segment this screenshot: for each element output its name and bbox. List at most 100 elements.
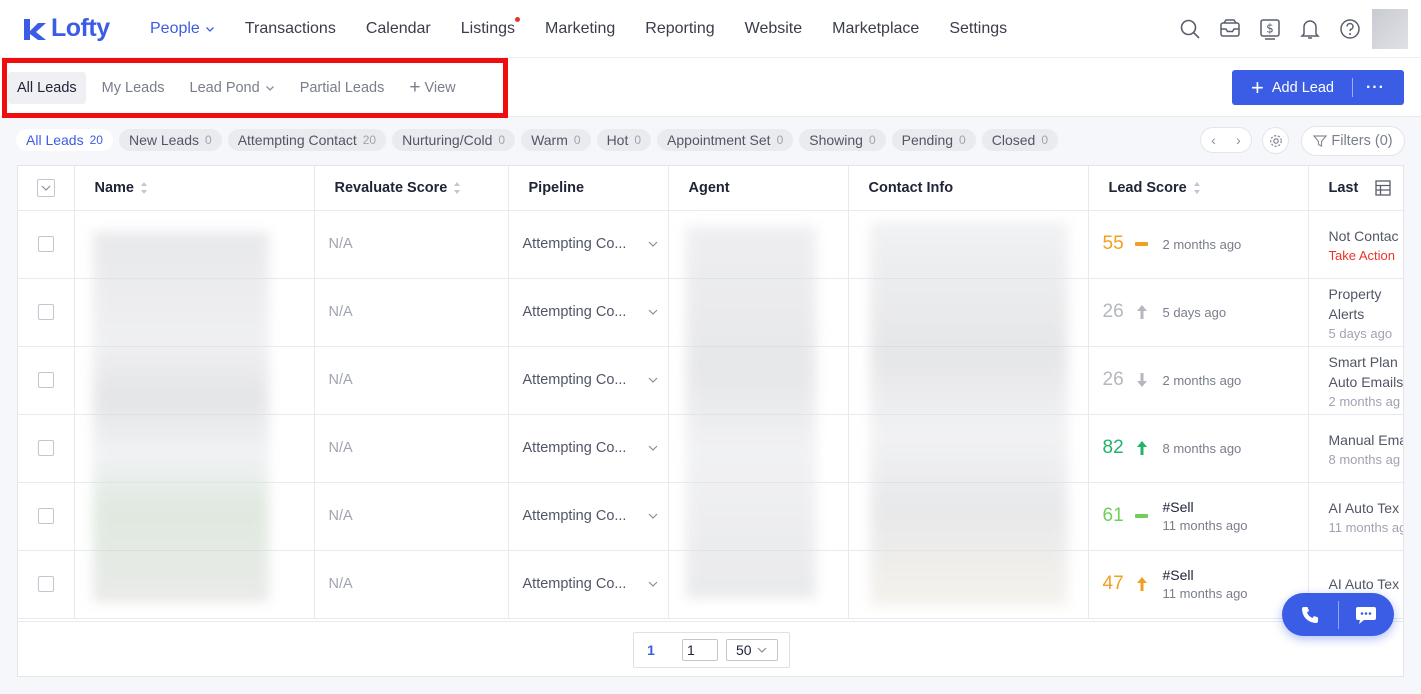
pipeline-cell[interactable]: Attempting Co... (508, 210, 669, 279)
stage-chip-closed[interactable]: Closed 0 (981, 129, 1058, 151)
trend-indicator (1135, 440, 1149, 456)
search-icon[interactable] (1170, 9, 1210, 49)
stage-count: 0 (1041, 133, 1048, 147)
filter-icon (1313, 135, 1328, 147)
nav-item-reporting[interactable]: Reporting (645, 20, 714, 38)
last-activity-cell[interactable]: Property Alerts 5 days ago (1308, 278, 1403, 347)
stage-settings-button[interactable] (1262, 127, 1289, 154)
stage-chip-showing[interactable]: Showing 0 (799, 129, 886, 151)
column-header-name[interactable]: Name (74, 166, 315, 211)
add-lead-button[interactable]: + Add Lead ··· (1232, 70, 1404, 105)
more-options-icon[interactable]: ··· (1366, 79, 1385, 97)
pipeline-select[interactable]: Attempting Co... (523, 236, 668, 252)
call-button[interactable] (1282, 593, 1338, 636)
stage-label: Closed (991, 132, 1036, 148)
nav-item-marketing[interactable]: Marketing (545, 20, 615, 38)
stage-chip-attempting-contact[interactable]: Attempting Contact 20 (227, 129, 387, 151)
pipeline-cell[interactable]: Attempting Co... (508, 482, 669, 551)
stage-scroll-arrows: ‹ › (1200, 127, 1252, 153)
stage-count: 0 (634, 133, 642, 147)
trend-indicator (1135, 508, 1149, 524)
svg-text:$: $ (1266, 22, 1274, 36)
nav-item-settings[interactable]: Settings (949, 20, 1007, 38)
select-all-checkbox[interactable] (36, 178, 55, 197)
page-size-select[interactable]: 50 (726, 639, 778, 661)
pipeline-cell[interactable]: Attempting Co... (508, 550, 669, 619)
pipeline-select[interactable]: Attempting Co... (523, 508, 668, 524)
sort-icon[interactable] (1193, 181, 1201, 195)
filters-button[interactable]: Filters (0) (1301, 126, 1405, 156)
dollar-icon[interactable]: $ (1250, 9, 1290, 49)
chevron-right-icon[interactable]: › (1236, 132, 1241, 148)
last-activity-cell[interactable]: AI Auto Tex 11 months ag (1308, 482, 1403, 551)
inbox-icon[interactable] (1210, 9, 1250, 49)
chevron-down-icon (41, 185, 51, 191)
nav-item-marketplace[interactable]: Marketplace (832, 20, 919, 38)
column-settings-icon[interactable] (1375, 180, 1391, 196)
chevron-down-icon (648, 513, 657, 519)
stage-chip-warm[interactable]: Warm 0 (521, 129, 591, 151)
help-icon[interactable] (1330, 9, 1370, 49)
last-activity-cell[interactable]: Manual Ema 8 months ag (1308, 414, 1403, 483)
notification-dot (515, 16, 521, 22)
sort-icon[interactable] (453, 181, 461, 195)
column-header-contact-info[interactable]: Contact Info (848, 166, 1089, 211)
row-checkbox[interactable] (37, 576, 54, 593)
stage-label: Showing (809, 132, 863, 148)
user-avatar[interactable] (1372, 9, 1408, 49)
column-header-lead-score[interactable]: Lead Score (1088, 166, 1309, 211)
sort-icon[interactable] (140, 181, 148, 195)
pipeline-value: Attempting Co... (522, 236, 627, 252)
nav-item-transactions[interactable]: Transactions (245, 20, 336, 38)
nav-item-people[interactable]: People (150, 20, 215, 38)
main-menu: People Transactions Calendar Listings Market… (150, 0, 1037, 57)
stage-chip-appointment-set[interactable]: Appointment Set 0 (657, 129, 794, 151)
chat-button[interactable] (1338, 593, 1394, 636)
redacted-names (93, 232, 269, 602)
last-activity-cell[interactable]: Not Contac Take Action (1308, 210, 1404, 279)
lofty-logo[interactable]: Lofty (22, 14, 150, 43)
pipeline-cell[interactable]: Attempting Co... (508, 346, 669, 415)
last-activity-text: AI Auto Tex (1328, 576, 1400, 592)
pipeline-cell[interactable]: Attempting Co... (508, 278, 669, 347)
row-checkbox[interactable] (37, 236, 54, 253)
stage-chip-pending[interactable]: Pending 0 (891, 129, 976, 151)
column-header-revaluate-score[interactable]: Revaluate Score (314, 166, 509, 211)
trend-down-icon (1136, 373, 1147, 387)
nav-item-calendar[interactable]: Calendar (366, 20, 431, 38)
row-checkbox[interactable] (37, 440, 54, 457)
trend-up-icon (1136, 441, 1147, 455)
stage-chip-hot[interactable]: Hot 0 (596, 129, 652, 151)
view-tab-partial-leads[interactable]: Partial Leads (291, 72, 394, 104)
pipeline-cell[interactable]: Attempting Co... (508, 414, 669, 483)
pipeline-select[interactable]: Attempting Co... (523, 440, 668, 456)
view-tab-my-leads[interactable]: My Leads (93, 72, 174, 104)
stage-chip-new-leads[interactable]: New Leads 0 (118, 129, 222, 151)
page-number-current[interactable]: 1 (634, 642, 668, 658)
pipeline-select[interactable]: Attempting Co... (523, 576, 668, 592)
nav-item-listings[interactable]: Listings (461, 16, 521, 38)
lofty-logo-icon (24, 18, 46, 40)
row-checkbox[interactable] (37, 372, 54, 389)
pipeline-select[interactable]: Attempting Co... (523, 304, 668, 320)
pipeline-select[interactable]: Attempting Co... (523, 372, 668, 388)
take-action-link[interactable]: Take Action (1329, 248, 1404, 263)
column-header-pipeline[interactable]: Pipeline (508, 166, 669, 211)
row-checkbox[interactable] (37, 508, 54, 525)
view-tab-lead-pond[interactable]: Lead Pond (181, 72, 284, 104)
column-header-agent[interactable]: Agent (668, 166, 849, 211)
chevron-left-icon[interactable]: ‹ (1211, 132, 1216, 148)
stage-chip-nurturing-cold[interactable]: Nurturing/Cold 0 (392, 129, 516, 151)
nav-item-website[interactable]: Website (745, 20, 803, 38)
stage-chip-all-leads[interactable]: All Leads 20 (16, 129, 113, 151)
bell-icon[interactable] (1290, 9, 1330, 49)
row-checkbox[interactable] (37, 304, 54, 321)
chevron-down-icon (648, 309, 657, 315)
view-tab-all-leads[interactable]: All Leads (8, 71, 86, 104)
page-jump-input[interactable]: 1 (682, 639, 718, 661)
last-activity-cell[interactable]: Smart Plan Auto Emails 2 months ag (1308, 346, 1403, 415)
add-view-button[interactable]: + View (400, 70, 464, 105)
lead-score-value: 26 (1102, 301, 1124, 322)
revaluate-score-cell: N/A (314, 346, 509, 415)
revaluate-score-value: N/A (328, 508, 353, 524)
